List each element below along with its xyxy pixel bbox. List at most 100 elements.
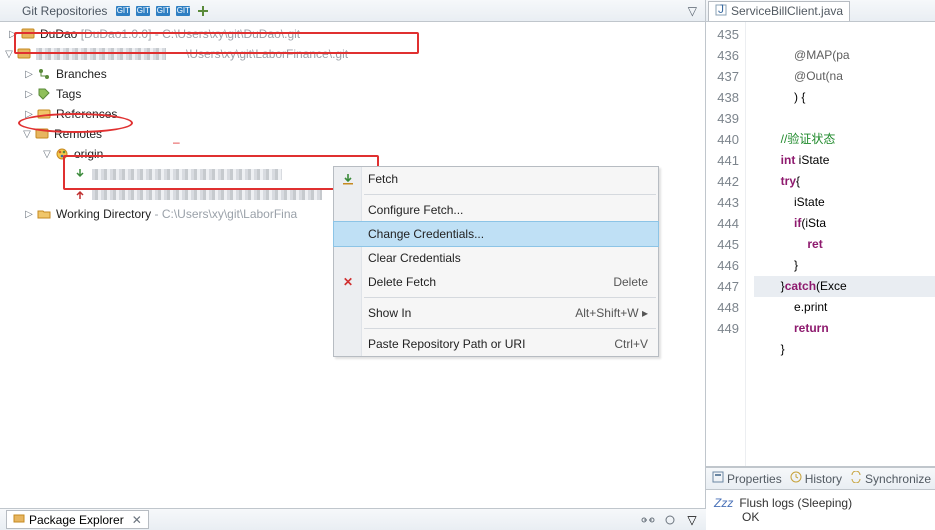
fetch-icon [340,171,356,187]
properties-icon [712,471,724,486]
right-panel: J ServiceBillClient.java 435436437 43843… [706,0,935,530]
tree-tags[interactable]: ▷ Tags [0,84,705,104]
ctx-fetch-label: Fetch [368,172,398,186]
branches-label: Branches [56,67,107,81]
remotes-label: Remotes [54,127,102,141]
ctx-configure-fetch[interactable]: Configure Fetch... [334,198,658,222]
tree-origin[interactable]: ▽ origin [0,144,705,164]
ctx-fetch[interactable]: Fetch [334,167,658,191]
package-explorer-icon [13,512,25,527]
editor-tabbar: J ServiceBillClient.java [706,0,935,22]
java-file-icon: J [715,4,727,19]
view-menu-caret[interactable]: ▽ [684,4,701,18]
view-tab-git-repositories[interactable]: Git Repositories [4,4,107,18]
git-repositories-view: Git Repositories GIT GIT GIT GIT ▽ ▷ DuD… [0,0,706,530]
git-icon [4,4,18,18]
ctx-show-in-accel: Alt+Shift+W [575,306,642,320]
redacted-text [92,169,282,180]
view-title: Git Repositories [22,4,107,18]
tree-references[interactable]: ▷ References [0,104,705,124]
ctx-delete-fetch[interactable]: ✕ Delete Fetch Delete [334,270,658,294]
code-editor[interactable]: 435436437 438439440 441442443 444445446 … [706,22,935,467]
toolbar-icon-3[interactable]: GIT [155,3,171,19]
view-menu-icon[interactable]: ▽ [684,512,700,528]
expand-icon[interactable]: ▷ [6,29,20,40]
sleeping-icon: Zzz [714,496,733,510]
editor-tab[interactable]: J ServiceBillClient.java [708,1,850,21]
tab-properties[interactable]: Properties [712,471,782,486]
collapse-icon[interactable]: ▽ [2,49,16,60]
toolbar-icon-2[interactable]: GIT [135,3,151,19]
collapse-icon[interactable]: ▽ [40,149,54,160]
expand-icon[interactable]: ▷ [22,109,36,120]
line-number-gutter: 435436437 438439440 441442443 444445446 … [706,22,746,466]
references-icon [36,106,52,122]
repo-dudao[interactable]: ▷ DuDao [DuDao1.0.0] - C:\Users\xy\git\D… [0,24,705,44]
repo-icon [20,26,36,42]
progress-line-2: OK [714,510,927,524]
repo-path: - C:\Users\xy\git\DuDao\.git [155,27,300,41]
redacted-text [36,48,166,60]
ctx-delete-fetch-label: Delete Fetch [368,275,436,289]
progress-view-body: Zzz Flush logs (Sleeping) OK [706,490,935,530]
tags-icon [36,86,52,102]
branches-icon [36,66,52,82]
editor-tab-label: ServiceBillClient.java [731,4,843,18]
context-menu: Fetch Configure Fetch... Change Credenti… [333,166,659,357]
fetch-spec-icon [72,166,88,182]
ctx-paste-accel: Ctrl+V [614,337,648,351]
ctx-configure-fetch-label: Configure Fetch... [368,203,463,217]
expand-icon[interactable]: ▷ [22,89,36,100]
submenu-arrow-icon: ▸ [642,306,648,320]
ctx-change-credentials[interactable]: Change Credentials... [334,222,658,246]
repo-path-tail: \Users\xy\git\LaborFinance\.git [186,47,348,61]
tags-label: Tags [56,87,81,101]
delete-icon: ✕ [340,274,356,290]
tab-synchronize[interactable]: Synchronize [850,471,931,486]
tree-branches[interactable]: ▷ Branches [0,64,705,84]
svg-text:J: J [718,4,724,16]
annotation-dash: – [173,135,180,149]
link-with-editor-icon[interactable] [640,512,656,528]
ctx-show-in-label: Show In [368,306,411,320]
ctx-clear-credentials[interactable]: Clear Credentials [334,246,658,270]
toolbar-icon-4[interactable]: GIT [175,3,191,19]
repo-icon [16,46,32,62]
ctx-paste-repo[interactable]: Paste Repository Path or URI Ctrl+V [334,332,658,356]
workdir-label: Working Directory [56,207,151,221]
ctx-clear-credentials-label: Clear Credentials [368,251,461,265]
toolbar-icon-5[interactable] [195,3,211,19]
references-label: References [56,107,117,121]
workdir-path: - C:\Users\xy\git\LaborFina [154,207,297,221]
history-icon [790,471,802,486]
tree-remotes[interactable]: ▽ Remotes [0,124,705,144]
collapse-icon[interactable]: ▽ [20,129,34,140]
redacted-text [92,189,322,200]
view-toolbar: GIT GIT GIT GIT [115,3,211,19]
progress-line-1: Flush logs (Sleeping) [739,496,852,510]
close-icon[interactable]: ✕ [132,513,142,527]
focus-icon[interactable] [662,512,678,528]
toolbar-icon-1[interactable]: GIT [115,3,131,19]
bottom-views: Properties History Synchronize Zzz Flush … [706,467,935,530]
synchronize-icon [850,471,862,486]
expand-icon[interactable]: ▷ [22,209,36,220]
remotes-icon [34,126,50,142]
ctx-change-credentials-label: Change Credentials... [368,227,484,241]
ctx-show-in[interactable]: Show In Alt+Shift+W ▸ [334,301,658,325]
origin-label: origin [74,147,103,161]
ctx-delete-accel: Delete [613,275,648,289]
tab-history[interactable]: History [790,471,842,486]
tab-package-explorer[interactable]: Package Explorer ✕ [6,510,149,529]
push-spec-icon [72,186,88,202]
view-tabbar: Git Repositories GIT GIT GIT GIT ▽ [0,0,705,22]
folder-icon [36,206,52,222]
ctx-paste-label: Paste Repository Path or URI [368,337,525,351]
repo-laborfinance[interactable]: ▽ \Users\xy\git\LaborFinance\.git [0,44,705,64]
package-explorer-label: Package Explorer [29,513,124,527]
expand-icon[interactable]: ▷ [22,69,36,80]
repo-branch: [DuDao1.0.0] [81,27,152,41]
repo-name: DuDao [40,27,77,41]
remote-icon [54,146,70,162]
code-area[interactable]: @MAP(pa @Out(na ) { //验证状态 int iState tr… [746,22,935,466]
